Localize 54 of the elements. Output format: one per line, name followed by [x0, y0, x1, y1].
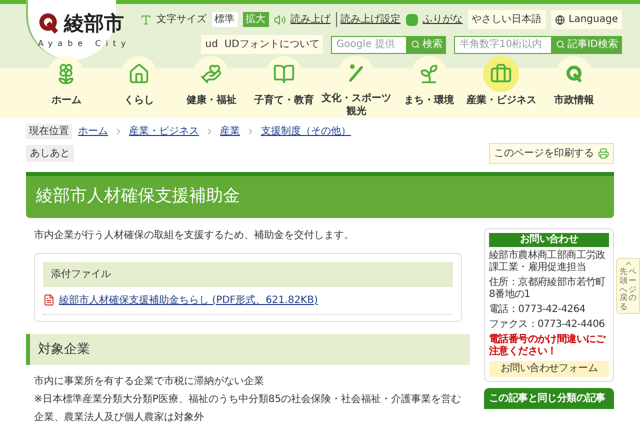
- text-size-option[interactable]: 標準: [212, 12, 238, 27]
- up-chevron-icon: [624, 259, 632, 268]
- furigana-link[interactable]: ふりがな: [422, 12, 463, 27]
- related-heading: この記事と同じ分類の記事: [484, 388, 614, 408]
- pdf-icon: [43, 294, 55, 306]
- speaker-icon: [274, 14, 286, 26]
- language-button[interactable]: Language: [550, 10, 622, 29]
- file-link[interactable]: 綾部市人材確保支援補助金ちらし (PDF形式、621.82KB): [59, 292, 318, 308]
- book-icon: [272, 63, 295, 85]
- logo-romaji: Ayabe City: [38, 38, 131, 50]
- google-search-field[interactable]: Google 提供: [331, 36, 408, 54]
- chevron-icon: [114, 127, 123, 136]
- print-button[interactable]: このページを印刷する: [489, 143, 614, 164]
- ud-font-button[interactable]: ud UDフォントについて: [201, 35, 324, 54]
- globe-icon: [554, 14, 565, 24]
- search-icon: [411, 40, 420, 49]
- read-settings-link[interactable]: 読み上げ設定: [336, 12, 401, 27]
- logo-name: 綾部市: [64, 13, 124, 33]
- city-mark-icon: [564, 64, 584, 84]
- article-id-field[interactable]: 半角数字10桁以内: [454, 36, 552, 54]
- city-logo-icon: [38, 12, 60, 34]
- contact-heading: お問い合わせ: [489, 232, 609, 246]
- briefcase-icon: [490, 63, 512, 85]
- intro-text: 市内企業が行う人材確保の取組を支援するため、補助金を交付します。: [33, 228, 355, 242]
- contact-address: 住所：京都府綾部市若竹町8番地の1: [489, 276, 606, 300]
- contact-department: 綾部市農林商工部商工労政課工業・雇用促進担当: [489, 250, 606, 274]
- text-size-icon: [140, 14, 152, 26]
- page-title: 綾部市人材確保支援補助金: [26, 172, 614, 218]
- breadcrumb-link[interactable]: 支援制度（その他）: [261, 124, 351, 139]
- furigana-icon: [406, 14, 418, 26]
- breadcrumb-label: 現在位置: [26, 124, 72, 139]
- page-top-button[interactable]: 先頭へ戻る ページの: [616, 258, 640, 314]
- chevron-icon: [205, 127, 214, 136]
- attachment-heading: 添付ファイル: [43, 262, 453, 286]
- house-icon: [128, 63, 150, 85]
- section-heading: 対象企業: [26, 334, 470, 365]
- body-text: 市内に事業所を有する企業で市税に滞納がない企業: [33, 374, 265, 389]
- warning-text: 電話番号のかけ間違いにご注意ください！: [489, 334, 607, 358]
- footprint-button[interactable]: あしあと: [26, 145, 74, 162]
- contact-form-button[interactable]: お問い合わせフォーム: [489, 360, 609, 376]
- body-text: ※日本標準産業分類大分類P医療、福祉のうち中分類85の社会保険・社会福祉・介護事業を営む企業、農業法人及び個人農家は対象外: [33, 392, 462, 425]
- search-icon: [556, 40, 566, 49]
- text-size-label: 文字サイズ: [156, 12, 207, 27]
- breadcrumb-link[interactable]: 産業: [220, 124, 240, 139]
- breadcrumb-link[interactable]: ホーム: [78, 124, 108, 139]
- contact-phone: 電話：0773-42-4264: [489, 304, 586, 316]
- printer-icon: [598, 148, 609, 159]
- sprout-icon: [418, 63, 440, 85]
- contact-fax: ファクス：0773-42-4406: [489, 318, 606, 330]
- read-aloud-link[interactable]: 読み上げ: [290, 12, 331, 27]
- easy-japanese-button[interactable]: やさしい日本語: [468, 10, 546, 29]
- chevron-icon: [246, 127, 255, 136]
- hands-heart-icon: [200, 63, 222, 85]
- breadcrumb-link[interactable]: 産業・ビジネス: [129, 124, 199, 139]
